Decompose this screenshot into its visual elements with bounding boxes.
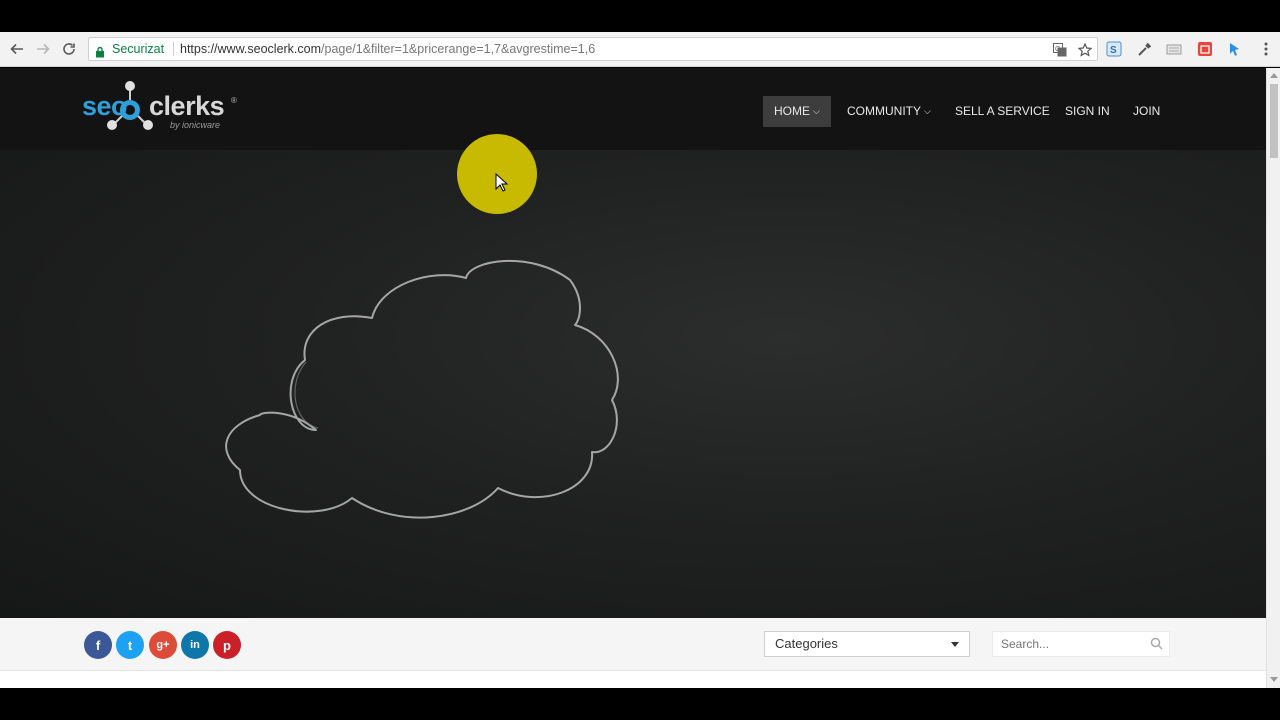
logo-wordmark: seo clerks [82,91,225,121]
star-icon[interactable] [1077,42,1093,64]
scroll-thumb[interactable] [1270,84,1278,158]
nav-sell-a-service[interactable]: SELL A SERVICE [955,96,1050,127]
pinterest-icon[interactable]: p [213,631,241,659]
screen-top-border [0,0,1280,32]
mouse-cursor-icon [495,173,509,192]
linkedin-icon[interactable]: in [181,631,209,659]
search-input[interactable] [992,631,1170,657]
secure-label: Securizat [112,42,165,56]
categories-dropdown[interactable]: Categories [764,631,970,657]
scroll-up-icon[interactable] [1270,73,1278,78]
site-header: seo clerks ® by ionicware HOME ⌵ COMMUNITY… [0,68,1266,150]
extension-icon[interactable]: S [1106,41,1122,57]
translate-icon[interactable]: G [1053,42,1067,64]
extension-icon[interactable] [1227,41,1243,57]
chalk-cloud-drawing [225,260,619,519]
twitter-icon[interactable]: t [116,631,144,659]
reload-icon[interactable] [60,40,78,58]
page-scrollbar[interactable] [1266,68,1280,688]
svg-text:S: S [1110,45,1117,56]
screen-bottom-border [0,688,1280,720]
url-host: https://www.seoclerk.com [180,42,322,56]
eyedropper-icon[interactable] [1137,41,1153,57]
omnibox-separator [173,42,174,56]
caret-down-icon [951,642,959,647]
nav-join[interactable]: JOIN [1133,96,1160,127]
svg-text:G: G [1055,46,1060,53]
menu-icon[interactable] [1258,41,1274,57]
google-plus-icon[interactable]: g+ [149,631,177,659]
forward-icon[interactable] [34,40,52,58]
categories-label: Categories [775,636,838,651]
social-and-search-bar: f t g+ in p Categories [0,618,1266,688]
chevron-down-icon: ⌵ [924,106,931,116]
back-icon[interactable] [8,40,26,58]
browser-toolbar: Securizat https://www.seoclerk.com/page/… [0,32,1280,67]
lock-icon [95,43,105,65]
logo-registered: ® [231,96,237,105]
nav-community[interactable]: COMMUNITY ⌵ [847,96,931,127]
site-logo[interactable]: seo clerks ® by ionicware [82,78,247,138]
nav-sign-in[interactable]: SIGN IN [1065,96,1110,127]
facebook-icon[interactable]: f [84,631,112,659]
hero-chalkboard [0,150,1266,618]
scroll-down-icon[interactable] [1270,677,1278,682]
extension-icon[interactable] [1197,41,1213,57]
content-area-top [0,670,1266,688]
url-path: /page/1&filter=1&pricerange=1,7&avgresti… [321,42,596,56]
nav-home[interactable]: HOME ⌵ [763,96,831,127]
logo-byline: by ionicware [170,120,221,130]
extension-icon[interactable] [1166,41,1182,57]
web-page: seo clerks ® by ionicware HOME ⌵ COMMUNITY… [0,68,1266,688]
search-icon[interactable] [1150,637,1163,655]
chevron-down-icon: ⌵ [813,106,820,116]
url-text[interactable]: https://www.seoclerk.com/page/1&filter=1… [180,38,595,60]
address-bar[interactable]: Securizat https://www.seoclerk.com/page/… [88,37,1098,61]
